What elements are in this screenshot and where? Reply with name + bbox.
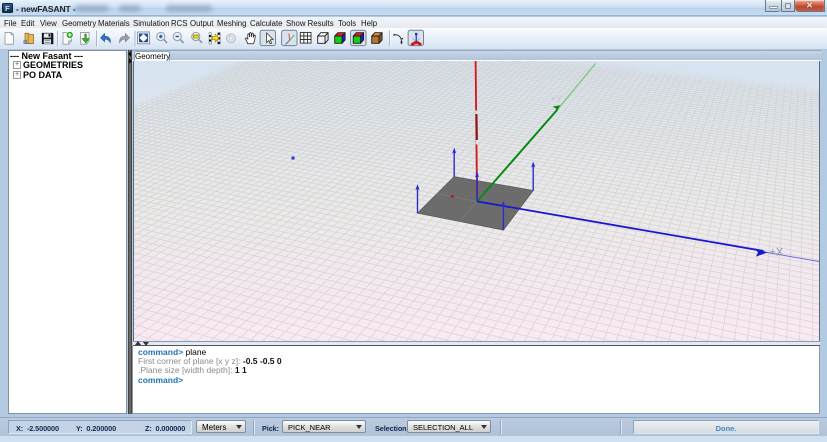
svg-text:+Y: +Y (551, 94, 562, 104)
svg-text:+X: +X (770, 247, 784, 259)
